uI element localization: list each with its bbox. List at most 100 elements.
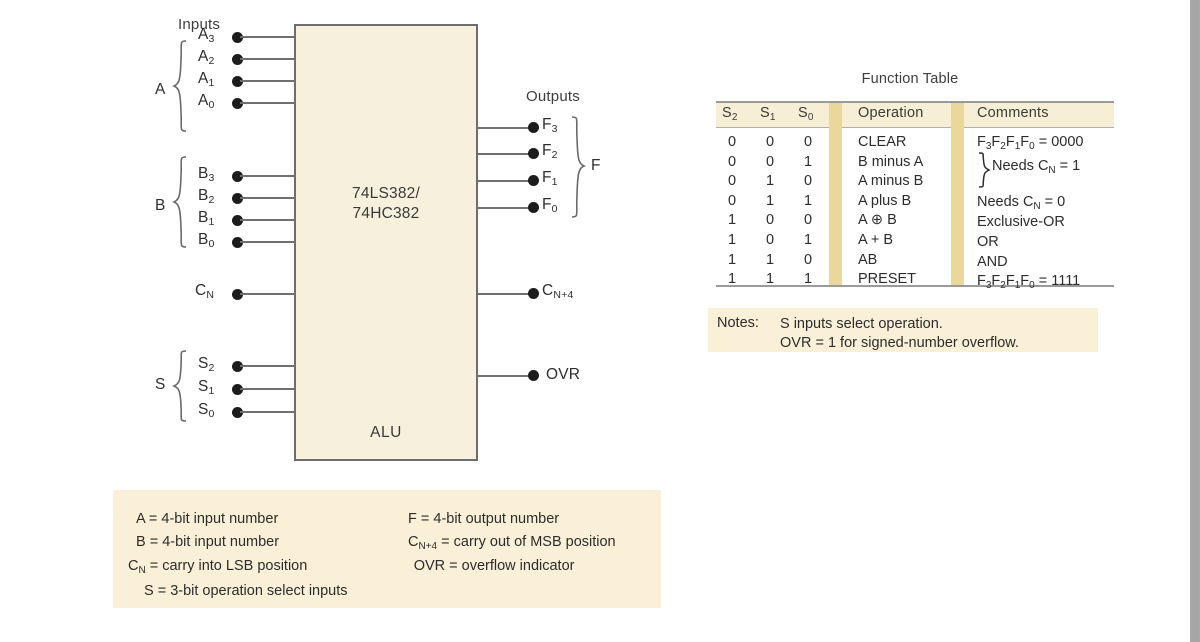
column-header-s0: S0 [798,105,814,123]
pin-dot-f1 [528,175,539,186]
notes-line-1: S inputs select operation. [780,316,943,332]
brace-inputs-s [172,350,188,422]
legend-content: A = 4-bit input number F = 4-bit output … [113,490,661,608]
function-table-separator-2 [951,103,964,285]
column-values-s0: 0 1 0 1 0 1 0 1 [797,133,819,290]
bit-s1-row-5: 0 [765,231,775,248]
wire-b0 [240,241,296,243]
brace-outputs-f [570,116,586,218]
comment-row-3: Needs CN = 0 [977,193,1066,212]
pin-dot-f0 [528,202,539,213]
legend-item-ovr: OVR = overflow indicator [413,558,575,574]
legend-item-cn: CN = carry into LSB position [128,558,308,576]
group-label-b: B [155,197,166,214]
wire-cn [240,293,296,295]
pin-label-cn: CN [195,282,215,301]
pin-label-cn4: CN+4 [542,282,574,301]
pin-label-f0: F0 [542,196,558,215]
bit-s2-row-0: 0 [727,134,737,150]
bit-s0-row-0: 0 [803,134,813,150]
group-label-a: A [155,81,166,98]
operation-row-1: B minus A [858,153,924,170]
pin-dot-f3 [528,122,539,133]
outputs-title: Outputs [526,88,580,105]
bit-s2-row-1: 0 [727,153,737,170]
wire-b3 [240,175,296,177]
wire-s2 [240,365,296,367]
bit-s2-row-4: 1 [727,212,737,229]
pin-label-a1: A1 [198,70,215,89]
page-scrollbar-thumb[interactable] [1191,0,1199,642]
wire-a0 [240,102,296,104]
pin-dot-ovr [528,370,539,381]
pin-label-s0: S0 [198,401,215,420]
legend-item-f: F = 4-bit output number [408,511,560,527]
bit-s0-row-7: 1 [803,271,813,288]
comment-row-0: F3F2F1F0 = 0000 [977,134,1084,152]
pin-dot-cn4 [528,288,539,299]
bit-s1-row-4: 0 [765,212,775,229]
bit-s0-row-4: 0 [803,212,813,229]
notes-content: S inputs select operation. OVR = 1 for s… [780,315,1019,353]
bit-s0-row-1: 1 [803,153,813,170]
wire-a1 [240,80,296,82]
bit-s1-row-7: 1 [765,271,775,288]
notes-line-2: OVR = 1 for signed-number overflow. [780,335,1019,351]
pin-label-a0: A0 [198,92,215,111]
operation-row-2: A minus B [858,173,924,190]
wire-cn4 [476,293,534,295]
pin-label-s2: S2 [198,355,215,374]
chip-part-number-line2: 74HC382 [352,205,420,222]
chip-part-number: 74LS382/ 74HC382 [294,184,478,224]
function-table-rule-mid [716,127,1114,128]
column-values-comments: F3F2F1F0 = 0000 Needs CN = 0 Exclusive-O… [977,133,1083,293]
wire-s0 [240,411,296,413]
column-header-s2: S2 [722,105,738,123]
bit-s1-row-1: 0 [765,153,775,170]
bit-s1-row-6: 1 [765,251,775,268]
pin-label-b2: B2 [198,187,215,206]
wire-f0 [476,207,534,209]
pin-label-f2: F2 [542,142,558,161]
pin-label-a3: A3 [198,26,215,45]
pin-label-b3: B3 [198,165,215,184]
wire-f2 [476,153,534,155]
pin-label-b1: B1 [198,209,215,228]
operation-row-5: A + B [858,231,894,248]
column-header-operation: Operation [858,105,924,121]
wire-f3 [476,127,534,129]
wire-ovr [476,375,534,377]
brace-inputs-a [172,40,188,132]
legend-item-cn4: CN+4 = carry out of MSB position [408,533,616,552]
column-header-comments: Comments [977,105,1049,121]
column-values-operation: CLEAR B minus A A minus B A plus B A ⊕ B A + … [858,133,923,290]
wire-a2 [240,58,296,60]
legend-item-a: A = 4-bit input number [136,511,279,527]
wire-b2 [240,197,296,199]
pin-label-a2: A2 [198,48,215,67]
pin-label-f3: F3 [542,116,558,135]
bit-s0-row-2: 0 [803,173,813,190]
bit-s0-row-6: 0 [803,251,813,268]
operation-row-4: A ⊕ B [858,212,897,229]
brace-inputs-b [172,156,188,248]
comment-row-6: AND [977,253,1008,270]
group-label-f: F [591,157,601,174]
bit-s2-row-3: 0 [727,192,737,209]
legend-item-s: S = 3-bit operation select inputs [144,582,348,599]
wire-f1 [476,180,534,182]
legend-item-b: B = 4-bit input number [136,533,280,550]
bit-s0-row-3: 1 [803,192,813,209]
operation-row-7: PRESET [858,271,917,288]
notes-label: Notes: [717,315,759,331]
bit-s0-row-5: 1 [803,231,813,248]
bit-s2-row-7: 1 [727,271,737,288]
pin-label-ovr: OVR [546,366,581,383]
bit-s2-row-6: 1 [727,251,737,268]
comment-row-4: Exclusive-OR [977,214,1065,231]
comment-row-7: F3F2F1F0 = 1111 [977,273,1081,292]
column-values-s1: 0 0 1 1 0 0 1 1 [759,133,781,290]
comment-row-5: OR [977,233,999,250]
pin-label-b0: B0 [198,231,215,250]
group-label-s: S [155,376,166,393]
